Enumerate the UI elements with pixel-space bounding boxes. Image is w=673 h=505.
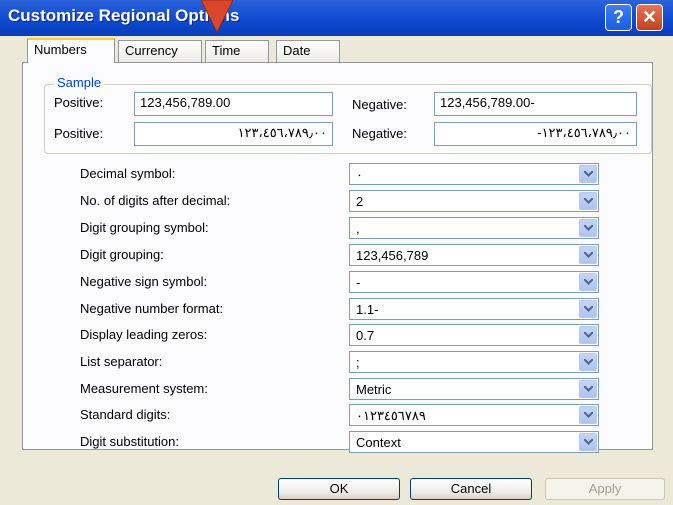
combo-value: 1.1-	[356, 302, 379, 317]
tab-label: Time	[212, 43, 241, 58]
combo-value: 2	[356, 194, 364, 209]
combo-value: -	[356, 275, 361, 290]
sample-positive-value: 123,456,789.00	[134, 92, 333, 116]
standard-digits-label: Standard digits:	[80, 407, 171, 422]
sample-label: Sample	[54, 75, 105, 90]
chevron-down-icon[interactable]	[579, 192, 597, 210]
help-button[interactable]: ?	[605, 4, 632, 31]
list-separator-label: List separator:	[80, 354, 163, 369]
tab-date[interactable]: Date	[276, 40, 340, 62]
digit-substitution-label: Digit substitution:	[80, 434, 179, 449]
pointer-arrow-icon	[200, 0, 234, 34]
measurement-system-label: Measurement system:	[80, 381, 208, 396]
sample-positive-label-native: Positive:	[54, 126, 104, 141]
chevron-down-icon[interactable]	[579, 433, 597, 451]
digit-grouping-symbol-label: Digit grouping symbol:	[80, 220, 209, 235]
combo-value: 123,456,789	[356, 248, 429, 263]
decimal-symbol-combo[interactable]: ٠	[349, 163, 599, 185]
tab-numbers[interactable]: Numbers	[27, 38, 115, 63]
combo-value: ;	[356, 355, 360, 370]
sample-negative-value-native: -١٢٣،٤٥٦،٧٨٩٫٠٠	[434, 122, 637, 146]
apply-button[interactable]: Apply	[545, 478, 665, 500]
chevron-down-icon[interactable]	[579, 326, 597, 344]
tab-label: Currency	[125, 43, 178, 58]
tab-currency[interactable]: Currency	[118, 40, 202, 62]
combo-value: 0.7	[356, 328, 375, 343]
digits-after-decimal-combo[interactable]: 2	[349, 190, 599, 212]
chevron-down-icon[interactable]	[579, 273, 597, 291]
close-button[interactable]: ✕	[636, 4, 663, 31]
tab-time[interactable]: Time	[205, 40, 269, 62]
leading-zeros-combo[interactable]: 0.7	[349, 324, 599, 346]
decimal-symbol-label: Decimal symbol:	[80, 166, 176, 181]
combo-value: ,	[356, 221, 360, 236]
chevron-down-icon[interactable]	[579, 300, 597, 318]
list-separator-combo[interactable]: ;	[349, 351, 599, 373]
sample-positive-value-native: ١٢٣،٤٥٦،٧٨٩٫٠٠	[134, 122, 333, 146]
combo-value: Context	[356, 435, 401, 450]
title-bar: Customize Regional Options ? ✕	[0, 0, 673, 36]
digits-after-decimal-label: No. of digits after decimal:	[80, 193, 231, 208]
sample-negative-label-native: Negative:	[352, 126, 407, 141]
negative-sign-symbol-label: Negative sign symbol:	[80, 274, 208, 289]
standard-digits-combo[interactable]: ٠١٢٣٤٥٦٧٨٩	[349, 404, 599, 426]
digit-grouping-symbol-combo[interactable]: ,	[349, 217, 599, 239]
chevron-down-icon[interactable]	[579, 406, 597, 424]
measurement-system-combo[interactable]: Metric	[349, 378, 599, 400]
digit-grouping-combo[interactable]: 123,456,789	[349, 244, 599, 266]
cancel-button[interactable]: Cancel	[410, 478, 532, 500]
negative-number-format-combo[interactable]: 1.1-	[349, 298, 599, 320]
chevron-down-icon[interactable]	[579, 219, 597, 237]
combo-value: ٠	[356, 167, 363, 182]
chevron-down-icon[interactable]	[579, 380, 597, 398]
chevron-down-icon[interactable]	[579, 165, 597, 183]
ok-button[interactable]: OK	[278, 478, 400, 500]
digit-substitution-combo[interactable]: Context	[349, 431, 599, 453]
sample-negative-value: 123,456,789.00-	[434, 92, 637, 116]
sample-positive-label: Positive:	[54, 95, 104, 110]
combo-value: ٠١٢٣٤٥٦٧٨٩	[356, 408, 426, 423]
chevron-down-icon[interactable]	[579, 246, 597, 264]
chevron-down-icon[interactable]	[579, 353, 597, 371]
leading-zeros-label: Display leading zeros:	[80, 327, 208, 342]
combo-value: Metric	[356, 382, 392, 397]
sample-negative-label: Negative:	[352, 97, 407, 112]
digit-grouping-label: Digit grouping:	[80, 247, 164, 262]
tab-label: Date	[283, 43, 311, 58]
negative-sign-symbol-combo[interactable]: -	[349, 271, 599, 293]
negative-number-format-label: Negative number format:	[80, 301, 224, 316]
tab-label: Numbers	[34, 42, 87, 57]
